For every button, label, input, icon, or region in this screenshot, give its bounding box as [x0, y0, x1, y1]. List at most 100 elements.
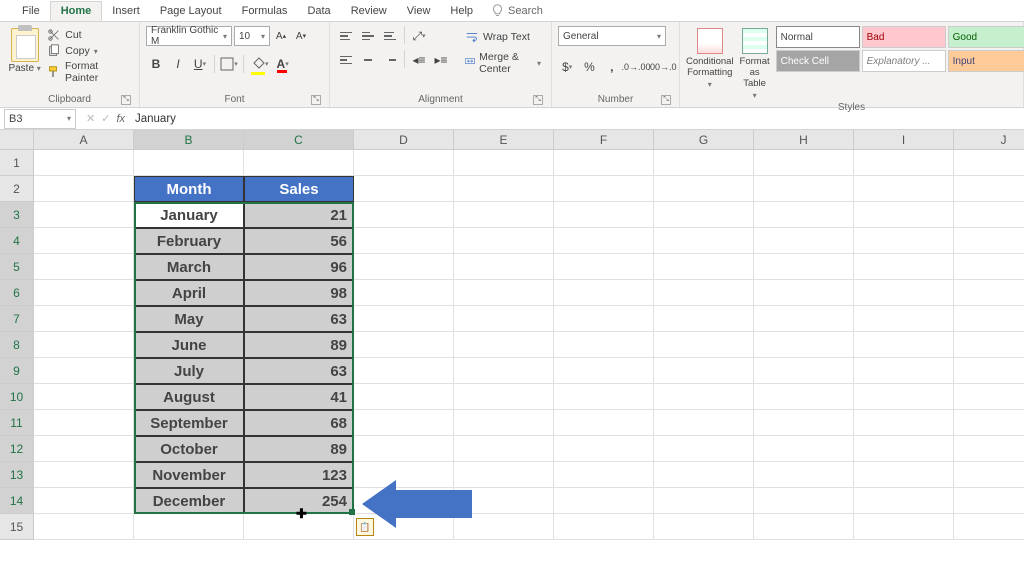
tab-file[interactable]: File [12, 2, 50, 20]
cell-A1[interactable] [34, 150, 134, 176]
cell-J8[interactable] [954, 332, 1024, 358]
column-header-A[interactable]: A [34, 130, 134, 150]
align-right-button[interactable] [380, 50, 400, 70]
cell-C5[interactable]: 96 [244, 254, 354, 280]
row-header-1[interactable]: 1 [0, 150, 34, 176]
cell-D8[interactable] [354, 332, 454, 358]
cell-A6[interactable] [34, 280, 134, 306]
cell-G14[interactable] [654, 488, 754, 514]
cell-B3[interactable]: January [134, 202, 244, 228]
bold-button[interactable]: B [146, 54, 166, 74]
cell-style-explanatory[interactable]: Explanatory ... [862, 50, 946, 72]
cell-B14[interactable]: December [134, 488, 244, 514]
row-header-4[interactable]: 4 [0, 228, 34, 254]
column-header-J[interactable]: J [954, 130, 1024, 150]
cell-A15[interactable] [34, 514, 134, 540]
cell-J13[interactable] [954, 462, 1024, 488]
cell-I7[interactable] [854, 306, 954, 332]
cell-H4[interactable] [754, 228, 854, 254]
cell-D3[interactable] [354, 202, 454, 228]
cell-C2[interactable]: Sales [244, 176, 354, 202]
cell-A7[interactable] [34, 306, 134, 332]
cell-D2[interactable] [354, 176, 454, 202]
cell-G6[interactable] [654, 280, 754, 306]
cell-H7[interactable] [754, 306, 854, 332]
tab-data[interactable]: Data [297, 2, 340, 20]
cell-G9[interactable] [654, 358, 754, 384]
cell-J10[interactable] [954, 384, 1024, 410]
copy-button[interactable]: Copy ▾ [47, 44, 133, 58]
cell-style-good[interactable]: Good [948, 26, 1024, 48]
underline-button[interactable]: U▾ [190, 54, 210, 74]
cell-B10[interactable]: August [134, 384, 244, 410]
cell-G8[interactable] [654, 332, 754, 358]
cell-A13[interactable] [34, 462, 134, 488]
cell-E9[interactable] [454, 358, 554, 384]
cell-D11[interactable] [354, 410, 454, 436]
cell-C8[interactable]: 89 [244, 332, 354, 358]
cell-B9[interactable]: July [134, 358, 244, 384]
cell-I8[interactable] [854, 332, 954, 358]
paste-icon[interactable] [11, 28, 39, 62]
percent-format-button[interactable]: % [580, 56, 598, 78]
cell-A8[interactable] [34, 332, 134, 358]
cell-E2[interactable] [454, 176, 554, 202]
cell-A5[interactable] [34, 254, 134, 280]
cell-J9[interactable] [954, 358, 1024, 384]
cell-H1[interactable] [754, 150, 854, 176]
italic-button[interactable]: I [168, 54, 188, 74]
cell-C3[interactable]: 21 [244, 202, 354, 228]
cell-F4[interactable] [554, 228, 654, 254]
select-all-corner[interactable] [0, 130, 34, 150]
cell-F8[interactable] [554, 332, 654, 358]
column-header-G[interactable]: G [654, 130, 754, 150]
column-header-I[interactable]: I [854, 130, 954, 150]
cell-A9[interactable] [34, 358, 134, 384]
cell-F7[interactable] [554, 306, 654, 332]
row-header-14[interactable]: 14 [0, 488, 34, 514]
search-label[interactable]: Search [508, 5, 543, 17]
cell-E7[interactable] [454, 306, 554, 332]
tab-formulas[interactable]: Formulas [232, 2, 298, 20]
cell-C13[interactable]: 123 [244, 462, 354, 488]
row-header-15[interactable]: 15 [0, 514, 34, 540]
cell-C7[interactable]: 63 [244, 306, 354, 332]
alignment-launcher[interactable]: ⤡ [533, 95, 543, 105]
cell-I2[interactable] [854, 176, 954, 202]
cell-E8[interactable] [454, 332, 554, 358]
cell-G2[interactable] [654, 176, 754, 202]
tab-home[interactable]: Home [50, 1, 103, 21]
column-header-C[interactable]: C [244, 130, 354, 150]
cell-I6[interactable] [854, 280, 954, 306]
cell-style-normal[interactable]: Normal [776, 26, 860, 48]
cell-E11[interactable] [454, 410, 554, 436]
tab-help[interactable]: Help [440, 2, 483, 20]
cell-E10[interactable] [454, 384, 554, 410]
increase-font-button[interactable]: A▴ [272, 26, 290, 46]
cell-I9[interactable] [854, 358, 954, 384]
cell-F5[interactable] [554, 254, 654, 280]
row-header-12[interactable]: 12 [0, 436, 34, 462]
cell-H9[interactable] [754, 358, 854, 384]
cell-D6[interactable] [354, 280, 454, 306]
decrease-decimal-button[interactable]: .00→.0 [651, 56, 673, 78]
cell-G15[interactable] [654, 514, 754, 540]
cell-I3[interactable] [854, 202, 954, 228]
cell-style-bad[interactable]: Bad [862, 26, 946, 48]
cell-E6[interactable] [454, 280, 554, 306]
cell-C10[interactable]: 41 [244, 384, 354, 410]
borders-button[interactable]: ▾ [219, 54, 239, 74]
cell-E4[interactable] [454, 228, 554, 254]
cell-F10[interactable] [554, 384, 654, 410]
cell-F3[interactable] [554, 202, 654, 228]
cell-F6[interactable] [554, 280, 654, 306]
cell-H11[interactable] [754, 410, 854, 436]
cell-F15[interactable] [554, 514, 654, 540]
cell-F9[interactable] [554, 358, 654, 384]
name-box[interactable]: B3▾ [4, 109, 76, 129]
cell-I13[interactable] [854, 462, 954, 488]
row-header-8[interactable]: 8 [0, 332, 34, 358]
tab-review[interactable]: Review [341, 2, 397, 20]
cell-A3[interactable] [34, 202, 134, 228]
cell-F13[interactable] [554, 462, 654, 488]
